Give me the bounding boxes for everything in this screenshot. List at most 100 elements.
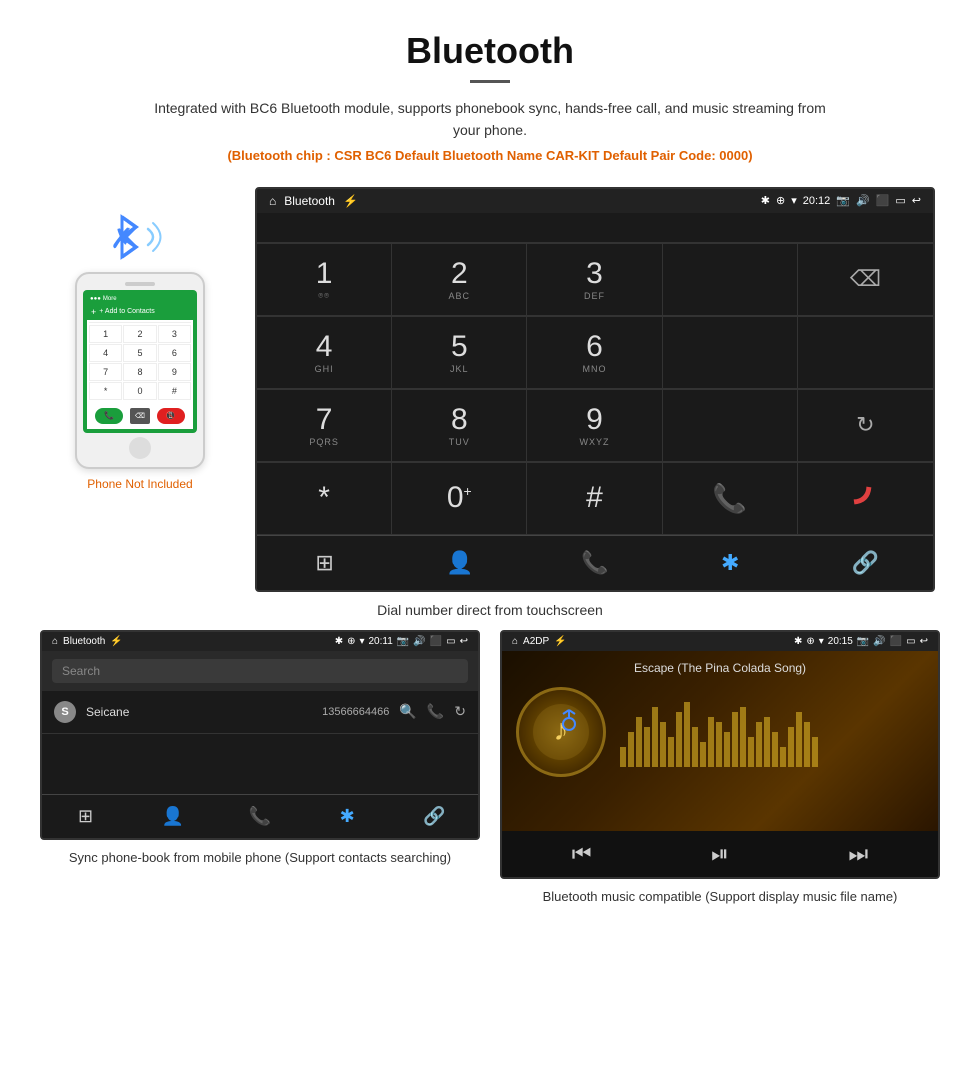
phone-bottom-bar: 📞 ⌫ 📵	[89, 405, 191, 427]
music-screen-icon: ⬛	[890, 636, 902, 647]
end-call-icon	[848, 481, 882, 515]
dialpad-container: 1 ⌾⌾ 2 ABC 3 DEF ⌫ 4	[257, 243, 933, 535]
contact-avatar-s: S	[54, 701, 76, 723]
android-dial-screen: ⌂ Bluetooth ⚡ ✱ ⊕ ▾ 20:12 📷 🔊 ⬛ ▭ ↩	[255, 187, 935, 592]
dialpad-row-4: * 0+ # 📞	[257, 462, 933, 535]
bluetooth-large-icon: ✗	[110, 222, 133, 255]
equalizer-bar	[740, 707, 746, 767]
phone-mockup-area: ✗ ●●● More	[45, 187, 235, 491]
pb-contacts-btn[interactable]: 👤	[129, 801, 216, 832]
music-gps-icon: ⊕	[806, 636, 814, 647]
refresh-contact-icon[interactable]: ↻	[454, 703, 466, 720]
dial-key-star[interactable]: *	[257, 463, 392, 535]
music-prev-btn[interactable]: ⏮	[572, 841, 592, 867]
equalizer-bar	[692, 727, 698, 767]
phone-key-2: 2	[123, 325, 156, 343]
music-cam-icon: 📷	[857, 636, 869, 647]
dial-key-hash[interactable]: #	[527, 463, 662, 535]
phone-key-5: 5	[123, 344, 156, 362]
toolbar-phone-btn[interactable]: 📞	[527, 544, 662, 582]
phonebook-list: S Seicane 13566664466 🔍 📞 ↻	[42, 691, 478, 734]
dial-key-1[interactable]: 1 ⌾⌾	[257, 244, 392, 316]
dialpad-row-2: 4 GHI 5 JKL 6 MNO	[257, 316, 933, 389]
dial-key-3[interactable]: 3 DEF	[527, 244, 662, 316]
pb-win-icon: ▭	[446, 636, 455, 647]
dial-key-0[interactable]: 0+	[392, 463, 527, 535]
music-next-btn[interactable]: ⏭	[848, 841, 868, 867]
phone-not-included-label: Phone Not Included	[87, 477, 192, 491]
music-bt-icon: ✱	[794, 636, 802, 647]
music-playpause-btn[interactable]: ⏯	[711, 841, 729, 867]
equalizer-bar	[780, 747, 786, 767]
music-caption: Bluetooth music compatible (Support disp…	[543, 887, 898, 907]
pb-home-icon: ⌂	[52, 636, 58, 647]
music-content-area: Escape (The Pina Colada Song) ♪	[502, 651, 938, 831]
pb-statusbar-left: ⌂ Bluetooth ⚡	[52, 636, 123, 647]
contact-name-seicane: Seicane	[86, 705, 312, 719]
phone-add-contact: + + Add to Contacts	[87, 304, 193, 320]
statusbar-app-name: Bluetooth	[284, 194, 335, 208]
dial-end-button[interactable]	[798, 463, 933, 535]
pb-usb-icon: ⚡	[110, 636, 122, 647]
dial-key-4[interactable]: 4 GHI	[257, 317, 392, 389]
dial-key-6[interactable]: 6 MNO	[527, 317, 662, 389]
music-item: ⌂ A2DP ⚡ ✱ ⊕ ▾ 20:15 📷 🔊 ⬛ ▭ ↩ E	[500, 630, 940, 907]
usb-icon: ⚡	[343, 194, 358, 208]
android-toolbar: ⊞ 👤 📞 ✱ 🔗	[257, 535, 933, 590]
toolbar-contacts-btn[interactable]: 👤	[392, 544, 527, 582]
pb-gps-icon: ⊕	[347, 636, 355, 647]
dial-key-9[interactable]: 9 WXYZ	[527, 390, 662, 462]
phonebook-caption: Sync phone-book from mobile phone (Suppo…	[69, 848, 451, 868]
dial-backspace[interactable]: ⌫	[798, 244, 933, 316]
toolbar-bluetooth-btn[interactable]: ✱	[663, 544, 798, 582]
search-placeholder: Search	[62, 664, 100, 678]
toolbar-dialpad-btn[interactable]: ⊞	[257, 544, 392, 582]
volume-icon: 🔊	[856, 194, 870, 207]
music-song-title: Escape (The Pina Colada Song)	[516, 661, 924, 675]
music-usb-icon: ⚡	[554, 636, 566, 647]
equalizer-bar	[764, 717, 770, 767]
equalizer-bar	[660, 722, 666, 767]
call-contact-icon[interactable]: 📞	[427, 703, 444, 720]
pb-statusbar-right: ✱ ⊕ ▾ 20:11 📷 🔊 ⬛ ▭ ↩	[335, 636, 468, 647]
phone-screen: ●●● More + + Add to Contacts 1 2 3 4 5 6	[83, 290, 197, 433]
equalizer-bar	[716, 722, 722, 767]
phonebook-item: ⌂ Bluetooth ⚡ ✱ ⊕ ▾ 20:11 📷 🔊 ⬛ ▭ ↩	[40, 630, 480, 907]
bt-icon: ✱	[761, 194, 770, 207]
equalizer-bar	[812, 737, 818, 767]
equalizer-bar	[668, 737, 674, 767]
home-icon: ⌂	[269, 194, 276, 208]
equalizer-bar	[788, 727, 794, 767]
pb-screen-icon: ⬛	[430, 636, 442, 647]
equalizer-bar	[804, 722, 810, 767]
equalizer-bar	[644, 727, 650, 767]
music-statusbar: ⌂ A2DP ⚡ ✱ ⊕ ▾ 20:15 📷 🔊 ⬛ ▭ ↩	[502, 632, 938, 651]
pb-cam-icon: 📷	[397, 636, 409, 647]
dial-empty-2	[663, 317, 798, 389]
page-description: Integrated with BC6 Bluetooth module, su…	[150, 97, 830, 142]
search-contact-icon[interactable]: 🔍	[399, 703, 416, 720]
dialpad-row-3: 7 PQRS 8 TUV 9 WXYZ ↻	[257, 389, 933, 462]
pb-phone-btn[interactable]: 📞	[216, 801, 303, 832]
phone-screen-header: ●●● More	[87, 294, 193, 304]
dial-refresh[interactable]: ↻	[798, 390, 933, 462]
dial-call-button[interactable]: 📞	[663, 463, 798, 535]
dial-key-5[interactable]: 5 JKL	[392, 317, 527, 389]
phonebook-search-area: Search	[42, 651, 478, 691]
equalizer-bar	[620, 747, 626, 767]
pb-link-btn[interactable]: 🔗	[391, 801, 478, 832]
search-bar: Search	[52, 659, 468, 683]
dial-key-2[interactable]: 2 ABC	[392, 244, 527, 316]
pb-bluetooth-btn[interactable]: ✱	[304, 801, 391, 832]
equalizer-bar	[796, 712, 802, 767]
toolbar-link-btn[interactable]: 🔗	[798, 544, 933, 582]
bottom-row: ⌂ Bluetooth ⚡ ✱ ⊕ ▾ 20:11 📷 🔊 ⬛ ▭ ↩	[0, 630, 980, 927]
dial-key-8[interactable]: 8 TUV	[392, 390, 527, 462]
music-time: 20:15	[828, 636, 853, 647]
phone-call-button: 📞	[95, 408, 123, 424]
phone-key-1: 1	[89, 325, 122, 343]
pb-dialpad-btn[interactable]: ⊞	[42, 801, 129, 832]
phone-key-6: 6	[158, 344, 191, 362]
gps-icon: ⊕	[776, 194, 785, 207]
dial-key-7[interactable]: 7 PQRS	[257, 390, 392, 462]
